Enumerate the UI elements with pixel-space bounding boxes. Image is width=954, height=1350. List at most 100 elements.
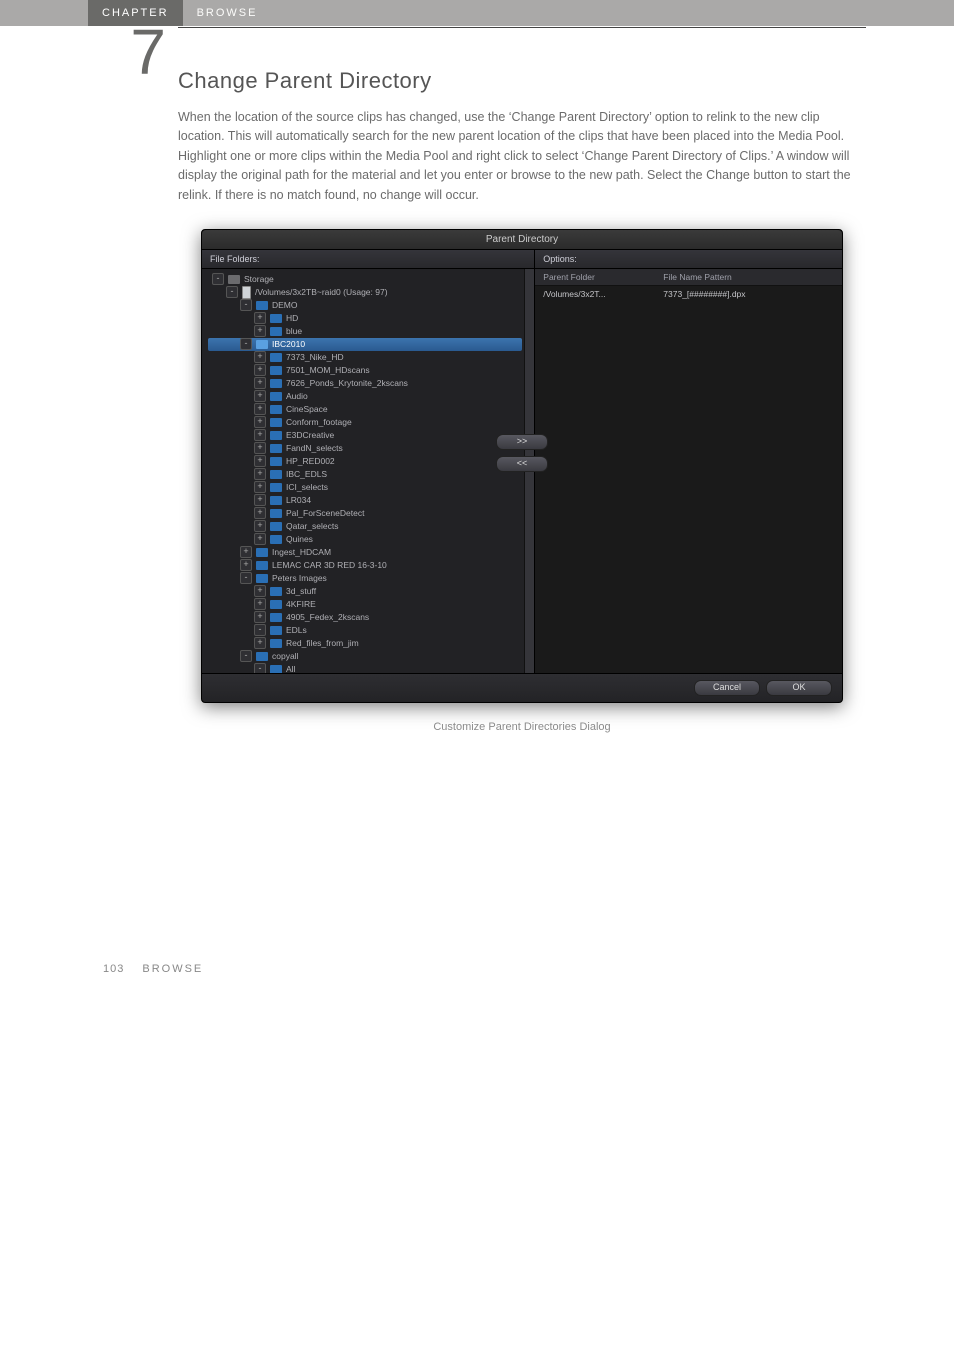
- tree-row[interactable]: - DEMO: [208, 299, 534, 312]
- page-footer: 103 BROWSE: [0, 963, 954, 1015]
- tree-row[interactable]: +Conform_footage: [208, 416, 534, 429]
- tree-row[interactable]: + IBC_EDLS: [208, 468, 534, 481]
- collapse-icon[interactable]: -: [212, 273, 224, 285]
- tree-row[interactable]: -Storage: [208, 273, 534, 286]
- tree-row[interactable]: +3d_stuff: [208, 585, 534, 598]
- tree-row[interactable]: +Red_files_from_jim: [208, 637, 534, 650]
- collapse-icon[interactable]: -: [240, 338, 252, 350]
- tree-row[interactable]: + blue: [208, 325, 534, 338]
- collapse-icon[interactable]: -: [240, 650, 252, 662]
- chapter-section: BROWSE: [183, 7, 258, 19]
- tree-row[interactable]: +E3DCreative: [208, 429, 534, 442]
- expand-icon[interactable]: +: [254, 494, 266, 506]
- expand-icon[interactable]: +: [254, 325, 266, 337]
- chapter-number: 7: [88, 20, 166, 84]
- tree-row[interactable]: + FandN_selects: [208, 442, 534, 455]
- tree-row-label: Pal_ForSceneDetect: [286, 508, 364, 518]
- tree-row-label: Quines: [286, 534, 313, 544]
- folder-icon: [270, 314, 282, 323]
- remove-button[interactable]: <<: [496, 456, 548, 472]
- tree-row[interactable]: + Quines: [208, 533, 534, 546]
- expand-icon[interactable]: +: [254, 481, 266, 493]
- expand-icon[interactable]: +: [254, 416, 266, 428]
- expand-icon[interactable]: +: [254, 637, 266, 649]
- cancel-button[interactable]: Cancel: [694, 680, 760, 696]
- folder-icon: [270, 522, 282, 531]
- tree-row[interactable]: + HD: [208, 312, 534, 325]
- tree-row[interactable]: +7373_Nike_HD: [208, 351, 534, 364]
- tree-row[interactable]: +7626_Ponds_Krytonite_2kscans: [208, 377, 534, 390]
- tree-row[interactable]: -copyall: [208, 650, 534, 663]
- footer-section: BROWSE: [142, 963, 203, 975]
- folder-tree[interactable]: -Storage-/Volumes/3x2TB~raid0 (Usage: 97…: [202, 269, 534, 673]
- tree-row[interactable]: -All: [208, 663, 534, 673]
- options-label: Options:: [535, 250, 842, 269]
- expand-icon[interactable]: +: [254, 364, 266, 376]
- tree-row[interactable]: -EDLs: [208, 624, 534, 637]
- tree-row-label: 3d_stuff: [286, 586, 316, 596]
- options-header: Parent Folder File Name Pattern: [535, 269, 842, 286]
- tree-row[interactable]: +Qatar_selects: [208, 520, 534, 533]
- add-button[interactable]: >>: [496, 434, 548, 450]
- expand-icon[interactable]: +: [254, 598, 266, 610]
- options-row-parent-folder: /Volumes/3x2T...: [543, 289, 663, 299]
- collapse-icon[interactable]: -: [240, 572, 252, 584]
- tree-row[interactable]: +HP_RED002: [208, 455, 534, 468]
- volume-icon: [242, 286, 251, 299]
- collapse-icon[interactable]: -: [254, 624, 266, 636]
- expand-icon[interactable]: +: [254, 533, 266, 545]
- tree-row-label: FandN_selects: [286, 443, 343, 453]
- tree-row-label: IBC_EDLS: [286, 469, 327, 479]
- expand-icon[interactable]: +: [254, 520, 266, 532]
- file-folders-label: File Folders:: [202, 250, 534, 269]
- expand-icon[interactable]: +: [254, 390, 266, 402]
- tree-row-label: Audio: [286, 391, 308, 401]
- tree-row-label: 7626_Ponds_Krytonite_2kscans: [286, 378, 408, 388]
- tree-row[interactable]: +CineSpace: [208, 403, 534, 416]
- ok-button[interactable]: OK: [766, 680, 832, 696]
- tree-row-label: HD: [286, 313, 298, 323]
- tree-row[interactable]: +LR034: [208, 494, 534, 507]
- expand-icon[interactable]: +: [240, 559, 252, 571]
- collapse-icon[interactable]: -: [254, 663, 266, 673]
- expand-icon[interactable]: +: [254, 507, 266, 519]
- expand-icon[interactable]: +: [254, 403, 266, 415]
- expand-icon[interactable]: +: [240, 546, 252, 558]
- folder-icon: [270, 665, 282, 673]
- figure-caption: Customize Parent Directories Dialog: [178, 721, 866, 733]
- tree-row-label: blue: [286, 326, 302, 336]
- transfer-buttons: >> <<: [496, 434, 548, 472]
- expand-icon[interactable]: +: [254, 312, 266, 324]
- tree-row[interactable]: +ICI_selects: [208, 481, 534, 494]
- tree-row[interactable]: + Audio: [208, 390, 534, 403]
- dialog-title: Parent Directory: [202, 230, 842, 250]
- tree-row[interactable]: -Peters Images: [208, 572, 534, 585]
- folder-icon: [270, 353, 282, 362]
- options-row[interactable]: /Volumes/3x2T... 7373_[########].dpx: [535, 286, 842, 302]
- collapse-icon[interactable]: -: [226, 286, 238, 298]
- expand-icon[interactable]: +: [254, 377, 266, 389]
- expand-icon[interactable]: +: [254, 351, 266, 363]
- tree-row[interactable]: +7501_MOM_HDscans: [208, 364, 534, 377]
- folder-icon: [270, 444, 282, 453]
- expand-icon[interactable]: +: [254, 611, 266, 623]
- tree-row-label: 7501_MOM_HDscans: [286, 365, 370, 375]
- expand-icon[interactable]: +: [254, 455, 266, 467]
- expand-icon[interactable]: +: [254, 468, 266, 480]
- folder-icon: [270, 457, 282, 466]
- tree-row[interactable]: - /Volumes/3x2TB~raid0 (Usage: 97): [208, 286, 534, 299]
- folder-icon: [270, 431, 282, 440]
- collapse-icon[interactable]: -: [240, 299, 252, 311]
- tree-row[interactable]: +Ingest_HDCAM: [208, 546, 534, 559]
- folder-icon: [256, 548, 268, 557]
- expand-icon[interactable]: +: [254, 429, 266, 441]
- tree-row[interactable]: -IBC2010: [208, 338, 522, 351]
- tree-row[interactable]: + Pal_ForSceneDetect: [208, 507, 534, 520]
- tree-row[interactable]: +LEMAC CAR 3D RED 16-3-10: [208, 559, 534, 572]
- expand-icon[interactable]: +: [254, 442, 266, 454]
- tree-row[interactable]: +4KFIRE: [208, 598, 534, 611]
- expand-icon[interactable]: +: [254, 585, 266, 597]
- tree-row-label: /Volumes/3x2TB~raid0 (Usage: 97): [255, 287, 388, 297]
- tree-row-label: DEMO: [272, 300, 298, 310]
- tree-row[interactable]: +4905_Fedex_2kscans: [208, 611, 534, 624]
